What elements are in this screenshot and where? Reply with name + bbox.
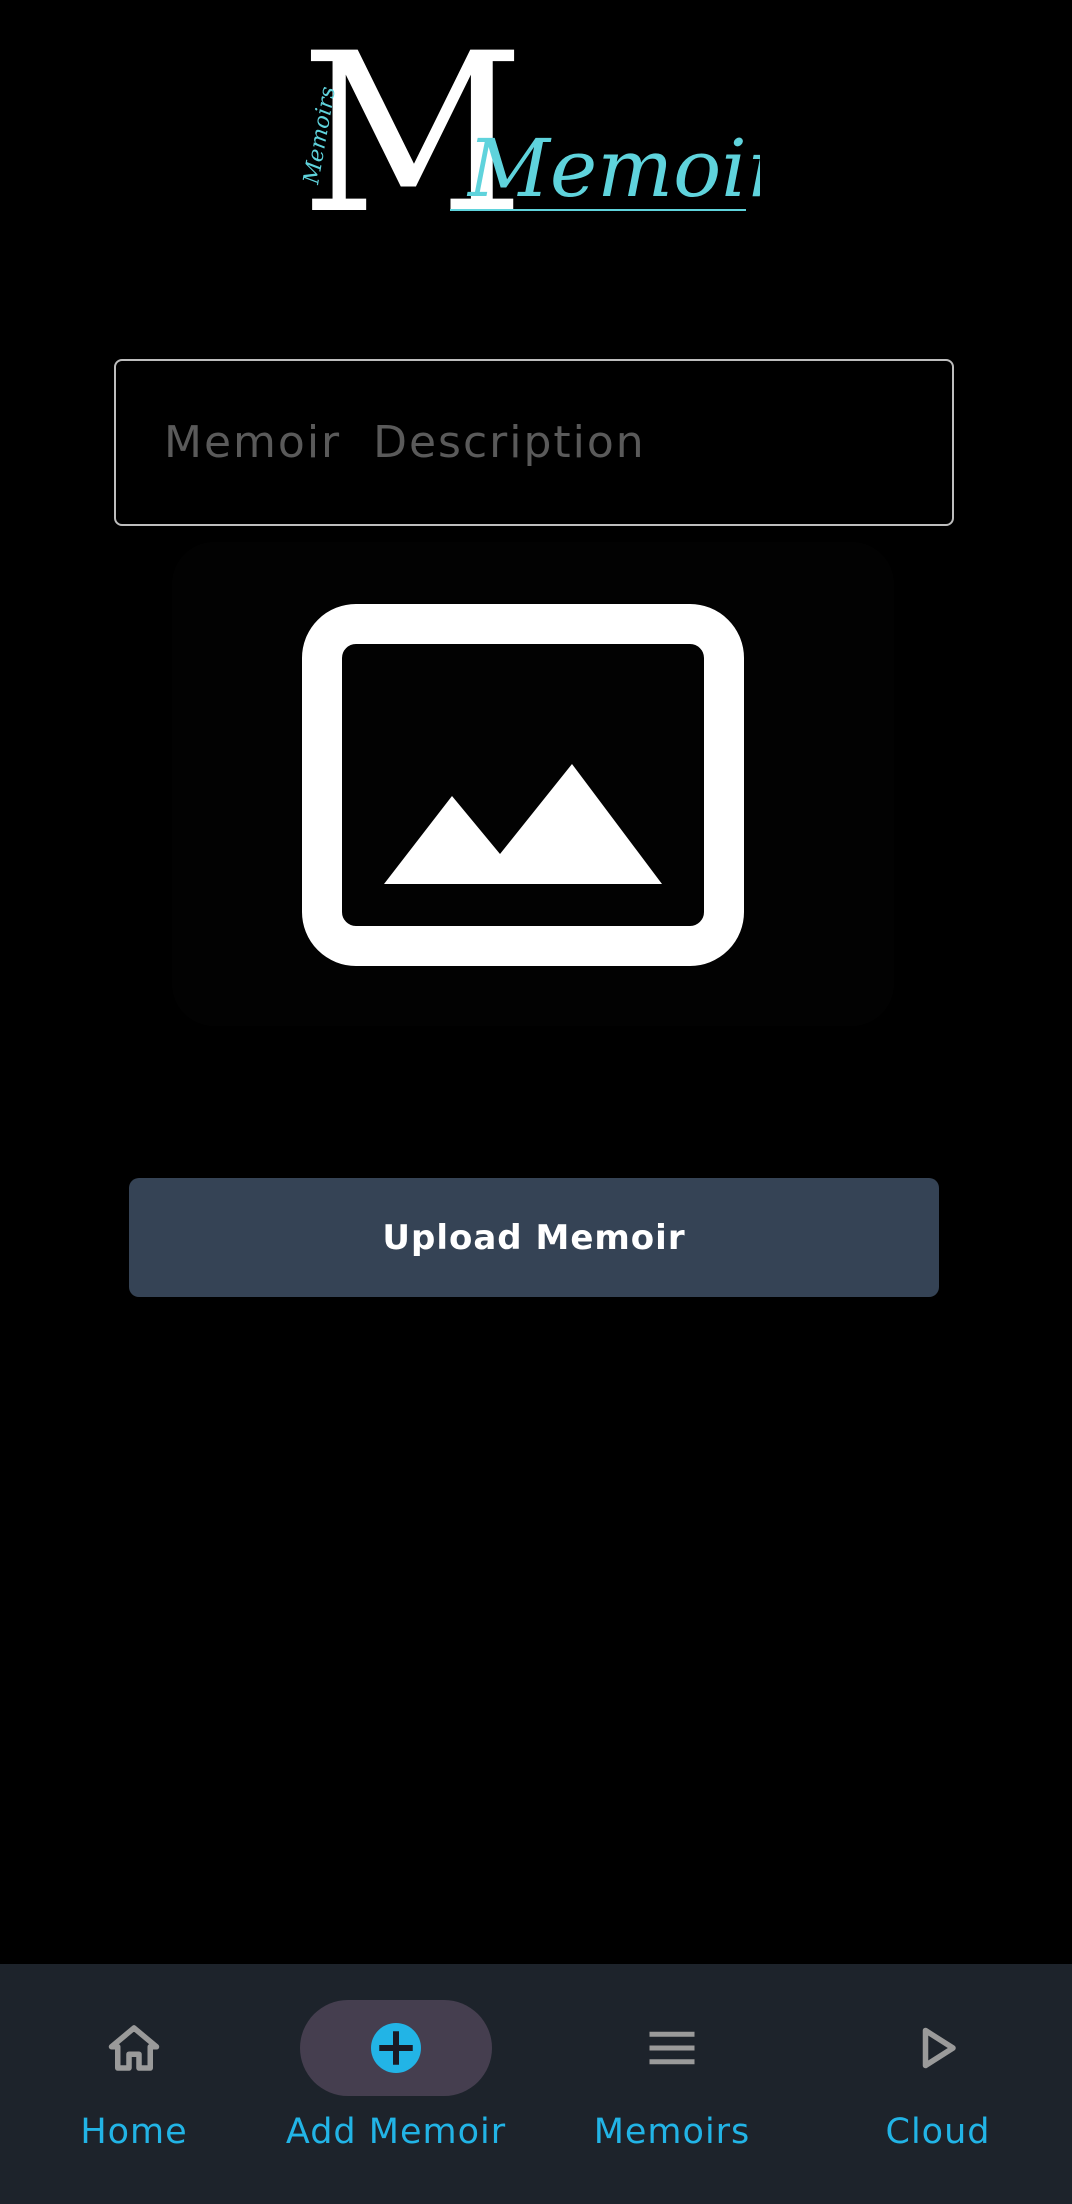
nav-label-memoirs: Memoirs — [593, 2112, 751, 2152]
memoir-description-input[interactable] — [114, 359, 954, 526]
nav-icon-container — [38, 2000, 230, 2096]
image-placeholder-icon — [302, 604, 744, 966]
upload-memoir-button[interactable]: Upload Memoir — [129, 1178, 939, 1297]
nav-label-cloud: Cloud — [885, 2112, 991, 2152]
nav-item-home[interactable]: Home — [0, 1964, 268, 2204]
bottom-navigation: Home Add Memoir Memoirs Cloud — [0, 1964, 1072, 2204]
nav-icon-container-active — [300, 2000, 492, 2096]
memoirs-logo-graphic: M Memoirs Memoirs — [300, 40, 760, 230]
nav-item-cloud[interactable]: Cloud — [804, 1964, 1072, 2204]
nav-icon-container — [576, 2000, 768, 2096]
nav-item-add-memoir[interactable]: Add Memoir — [262, 1964, 530, 2204]
app-logo: M Memoirs Memoirs — [300, 40, 760, 230]
play-icon — [922, 2027, 956, 2069]
nav-label-add-memoir: Add Memoir — [285, 2112, 507, 2152]
nav-label-home: Home — [80, 2112, 188, 2152]
menu-icon — [649, 2031, 695, 2065]
logo-text: Memoirs — [466, 122, 760, 215]
nav-item-memoirs[interactable]: Memoirs — [538, 1964, 806, 2204]
add-circle-icon — [371, 2023, 421, 2073]
home-icon — [108, 2025, 160, 2071]
image-picker[interactable] — [172, 542, 894, 1026]
nav-icon-container — [842, 2000, 1034, 2096]
